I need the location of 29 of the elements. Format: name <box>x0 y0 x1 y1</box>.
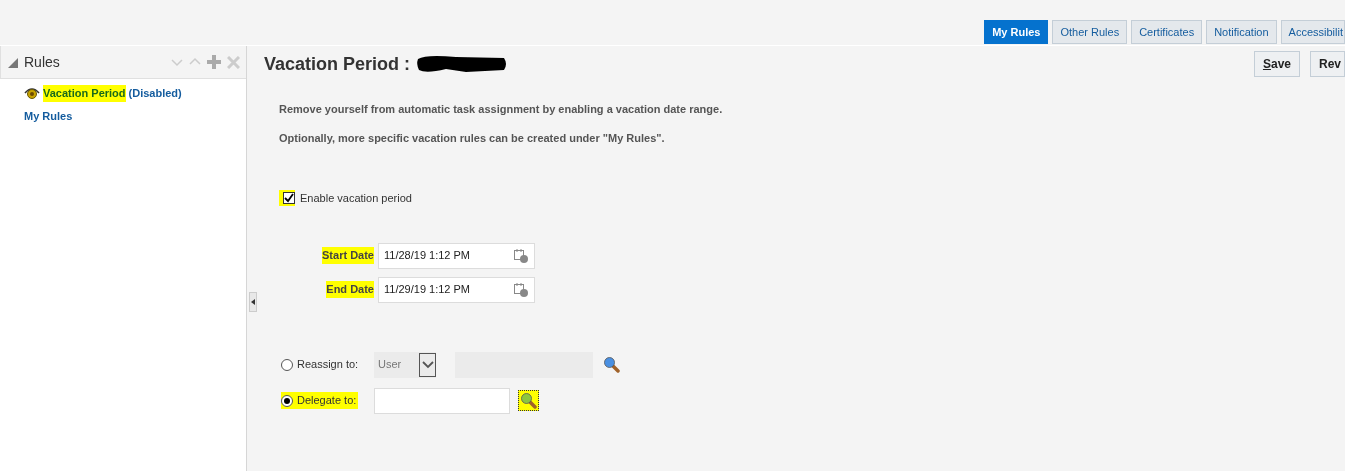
toolbar-button[interactable]: Save <box>1253 51 1300 77</box>
instruction-text: Optionally, more specific vacation rules can be created under "My Rules". <box>279 130 666 146</box>
instruction-text: Remove yourself from automatic task assignment by enabling a vacation date range. <box>279 102 724 117</box>
date-field[interactable]: 11/28/19 1:12 PM <box>378 242 535 269</box>
tab[interactable]: My Rules <box>984 20 1049 44</box>
tab[interactable]: Accessibilit <box>1280 20 1345 44</box>
date-field[interactable]: 11/29/19 1:12 PM <box>378 276 535 303</box>
tree-item[interactable]: My Rules <box>24 107 73 124</box>
splitter-handle[interactable] <box>249 292 257 312</box>
search-icon[interactable] <box>518 390 539 411</box>
panel-title: Rules <box>24 52 60 72</box>
status-label: (Disabled) <box>128 86 182 101</box>
field-label: Start Date <box>322 247 374 264</box>
delegate-field[interactable] <box>374 387 510 414</box>
toolbar-button[interactable]: Rev <box>1310 51 1345 77</box>
page-title: Vacation Period : <box>264 52 411 76</box>
collapse-icon[interactable] <box>7 56 18 68</box>
calendar-icon[interactable] <box>514 248 528 263</box>
tree-item[interactable]: Vacation Period <box>43 85 126 102</box>
field-label: End Date <box>326 281 374 298</box>
add-icon[interactable] <box>207 55 221 69</box>
calendar-icon[interactable] <box>514 282 528 297</box>
tab[interactable]: Certificates <box>1131 20 1203 44</box>
tab[interactable]: Other Rules <box>1052 20 1128 44</box>
checkbox-label: Enable vacation period <box>300 191 412 206</box>
radio-button[interactable] <box>281 394 293 407</box>
enable-checkbox[interactable] <box>283 192 295 205</box>
radio-option[interactable]: Delegate to: <box>281 392 359 409</box>
tab[interactable]: Notification <box>1206 20 1277 44</box>
